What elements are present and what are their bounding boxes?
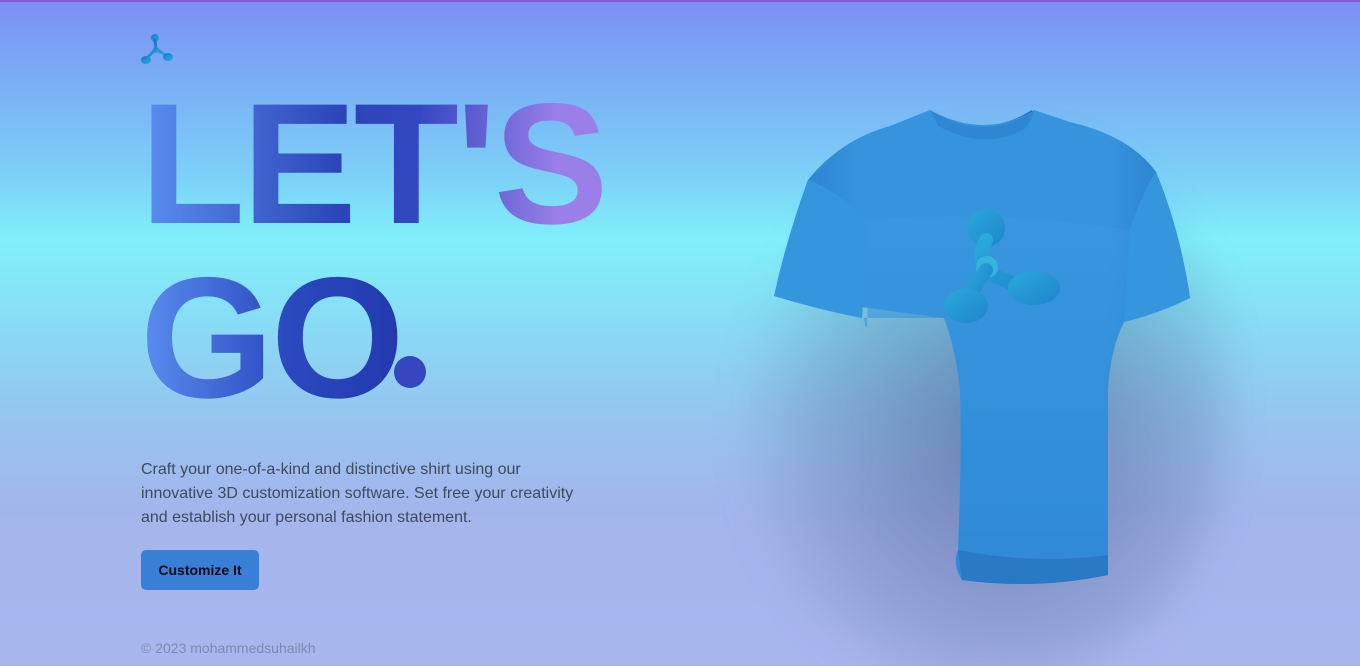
- shirt-preview[interactable]: [690, 60, 1290, 666]
- hero-description: Craft your one-of-a-kind and distinctive…: [141, 461, 574, 526]
- top-accent-line: [0, 0, 1360, 2]
- tshirt-3d-model[interactable]: [690, 60, 1290, 666]
- headline-period-dot: [394, 356, 426, 388]
- headline-go: GO: [140, 242, 405, 434]
- footer-copyright: © 2023 mohammedsuhailkh: [141, 640, 316, 656]
- headline-lets: LET'S: [140, 68, 608, 260]
- logo-icon[interactable]: [140, 32, 176, 68]
- customize-button[interactable]: Customize It: [141, 550, 259, 590]
